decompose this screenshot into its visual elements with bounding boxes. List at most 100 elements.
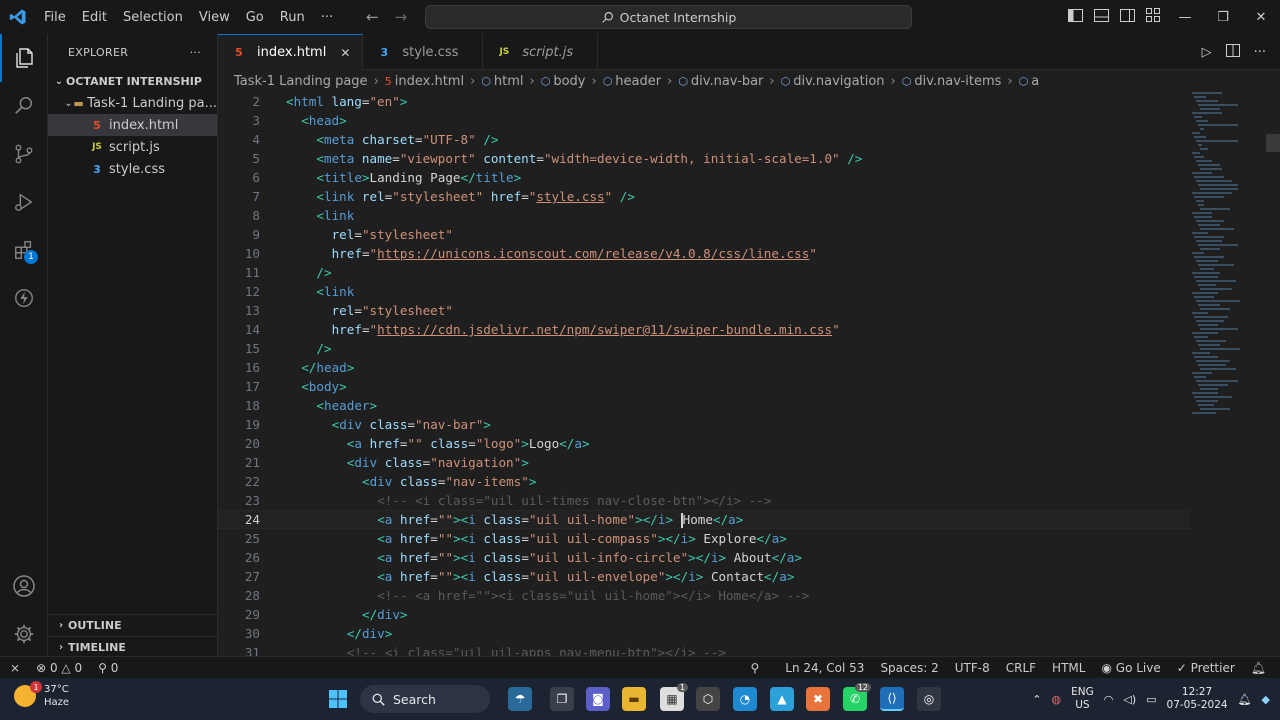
search-highlight-icon[interactable]: ☂ xyxy=(508,687,532,711)
language-indicator[interactable]: ENG US xyxy=(1071,686,1094,712)
code-line[interactable]: 13 rel="stylesheet" xyxy=(218,301,1190,320)
menu-edit[interactable]: Edit xyxy=(74,10,115,25)
xampp-icon[interactable]: ✖ xyxy=(806,687,830,711)
file-explorer-icon[interactable]: ▬ xyxy=(622,687,646,711)
minimize-icon[interactable]: — xyxy=(1166,10,1204,25)
code-line[interactable]: 18 <header> xyxy=(218,396,1190,415)
obs-recorder-icon[interactable]: ◎ xyxy=(917,687,941,711)
toggle-primary-sidebar-icon[interactable] xyxy=(1062,8,1088,26)
notifications-bell-icon[interactable]: 🔔︎ xyxy=(1243,661,1280,675)
breadcrumb-item[interactable]: index.html xyxy=(395,74,464,89)
problems-indicator[interactable]: ⊗ 0 △ 0 xyxy=(28,661,90,675)
tab-style-css[interactable]: 3 style.css xyxy=(363,34,484,70)
tree-file-index-html[interactable]: 5 index.html xyxy=(48,114,217,136)
more-actions-icon[interactable]: ··· xyxy=(1254,45,1266,60)
ports-indicator[interactable]: ⚲ 0 xyxy=(90,661,126,675)
customize-layout-icon[interactable] xyxy=(1140,8,1166,26)
wifi-icon[interactable]: ◠ xyxy=(1104,693,1114,706)
code-line[interactable]: 26 <a href=""><i class="uil uil-info-circ… xyxy=(218,548,1190,567)
code-line[interactable]: 27 <a href=""><i class="uil uil-envelope"… xyxy=(218,567,1190,586)
search-icon[interactable] xyxy=(0,82,48,130)
code-line[interactable]: 14 href="https://cdn.jsdelivr.net/npm/swi… xyxy=(218,320,1190,339)
code-line[interactable]: 21 <div class="navigation"> xyxy=(218,453,1190,472)
volume-icon[interactable]: ◁) xyxy=(1123,693,1136,706)
breadcrumb-item[interactable]: html xyxy=(494,74,524,89)
code-line[interactable]: 5 <meta name="viewport" content="width=de… xyxy=(218,149,1190,168)
menu-go[interactable]: Go xyxy=(238,10,272,25)
breadcrumb-item[interactable]: a xyxy=(1031,74,1039,89)
vscode-taskbar-icon[interactable]: ⟨⟩ xyxy=(880,687,904,711)
toggle-secondary-sidebar-icon[interactable] xyxy=(1114,8,1140,26)
tab-index-html[interactable]: 5 index.html ✕ xyxy=(218,34,364,70)
pin-icon[interactable]: ⚲ xyxy=(742,661,767,675)
code-line[interactable]: 24 <a href=""><i class="uil uil-home"></i… xyxy=(218,510,1190,529)
code-line[interactable]: 15 /> xyxy=(218,339,1190,358)
whatsapp-icon[interactable]: ✆ 12 xyxy=(843,683,871,711)
split-editor-icon[interactable] xyxy=(1225,43,1240,61)
toggle-panel-icon[interactable] xyxy=(1088,8,1114,26)
breadcrumb-item[interactable]: body xyxy=(553,74,585,89)
code-line[interactable]: 2 <html lang="en"> xyxy=(218,92,1190,111)
code-editor[interactable]: 2 <html lang="en"> 3 <head> 4 <meta charset="… xyxy=(218,92,1190,656)
code-line[interactable]: 29 </div> xyxy=(218,605,1190,624)
back-arrow-icon[interactable]: ← xyxy=(366,8,379,26)
breadcrumb-item[interactable]: div.nav-bar xyxy=(691,74,763,89)
command-center-search[interactable]: Octanet Internship xyxy=(425,5,912,29)
explorer-more-icon[interactable]: ··· xyxy=(190,46,201,59)
teams-chat-icon[interactable]: ◙ xyxy=(586,687,610,711)
accounts-icon[interactable] xyxy=(0,562,48,610)
code-line[interactable]: 30 </div> xyxy=(218,624,1190,643)
tree-file-script-js[interactable]: JS script.js xyxy=(48,136,217,158)
code-line[interactable]: 4 <meta charset="UTF-8" /> xyxy=(218,130,1190,149)
network-error-icon[interactable]: ◍ xyxy=(1052,693,1062,706)
remote-icon[interactable]: ⨯ xyxy=(0,661,28,675)
code-line[interactable]: 22 <div class="nav-items"> xyxy=(218,472,1190,491)
code-line[interactable]: 6 <title>Landing Page</title> xyxy=(218,168,1190,187)
source-control-icon[interactable] xyxy=(0,130,48,178)
notification-bell-icon[interactable]: 🔔︎ xyxy=(1238,693,1252,706)
file-encoding[interactable]: UTF-8 xyxy=(947,661,998,675)
code-line[interactable]: 12 <link xyxy=(218,282,1190,301)
start-windows-icon[interactable] xyxy=(326,687,350,711)
photos-app-icon[interactable]: ▲ xyxy=(770,687,794,711)
prettier-button[interactable]: ✓ Prettier xyxy=(1169,661,1243,675)
forward-arrow-icon[interactable]: → xyxy=(395,8,408,26)
editor-scrollbar[interactable] xyxy=(1266,92,1280,656)
explorer-icon[interactable] xyxy=(0,34,48,82)
code-line[interactable]: 25 <a href=""><i class="uil uil-compass">… xyxy=(218,529,1190,548)
code-line[interactable]: 8 <link xyxy=(218,206,1190,225)
cursor-position[interactable]: Ln 24, Col 53 xyxy=(777,661,872,675)
menu-view[interactable]: View xyxy=(191,10,238,25)
close-icon[interactable]: ✕ xyxy=(1242,10,1280,25)
menu-file[interactable]: File xyxy=(36,10,74,25)
code-line[interactable]: 28 <!-- <a href=""><i class="uil uil-home… xyxy=(218,586,1190,605)
tree-folder[interactable]: ⌄ ▬ Task-1 Landing pa... xyxy=(48,92,217,114)
copilot-icon[interactable]: ◆ xyxy=(1262,693,1270,706)
tab-script-js[interactable]: JS script.js xyxy=(483,34,599,70)
edge-browser-icon[interactable]: ◔ xyxy=(733,687,757,711)
settings-app-icon[interactable]: ⬡ xyxy=(696,687,720,711)
breadcrumb-item[interactable]: header xyxy=(615,74,661,89)
code-line[interactable]: 11 /> xyxy=(218,263,1190,282)
menu-more[interactable]: ··· xyxy=(313,10,341,25)
breadcrumb-item[interactable]: div.navigation xyxy=(793,74,884,89)
indentation[interactable]: Spaces: 2 xyxy=(872,661,946,675)
code-line[interactable]: 23 <!-- <i class="uil uil-times nav-close… xyxy=(218,491,1190,510)
go-live-button[interactable]: ◉ Go Live xyxy=(1093,661,1168,675)
workspace-root[interactable]: ⌄ OCTANET INTERNSHIP xyxy=(48,70,217,92)
code-line[interactable]: 31 <!-- <i class="uil uil-apps nav-menu-b… xyxy=(218,643,1190,656)
code-line[interactable]: 9 rel="stylesheet" xyxy=(218,225,1190,244)
maximize-icon[interactable]: ❐ xyxy=(1204,10,1242,25)
clock[interactable]: 12:27 07-05-2024 xyxy=(1167,686,1228,712)
weather-widget[interactable]: 1 37°C Haze xyxy=(14,681,69,709)
minimap[interactable] xyxy=(1190,92,1266,656)
microsoft-store-icon[interactable]: ▦ 1 xyxy=(660,683,688,711)
code-line[interactable]: 16 </head> xyxy=(218,358,1190,377)
code-line[interactable]: 20 <a href="" class="logo">Logo</a> xyxy=(218,434,1190,453)
code-line[interactable]: 3 <head> xyxy=(218,111,1190,130)
menu-run[interactable]: Run xyxy=(272,10,313,25)
timeline-section[interactable]: › TIMELINE xyxy=(48,636,218,658)
breadcrumb-item[interactable]: div.nav-items xyxy=(914,74,1001,89)
show-hidden-icons-chevron[interactable]: ⌃ xyxy=(1032,693,1041,706)
close-tab-icon[interactable]: ✕ xyxy=(340,46,350,60)
